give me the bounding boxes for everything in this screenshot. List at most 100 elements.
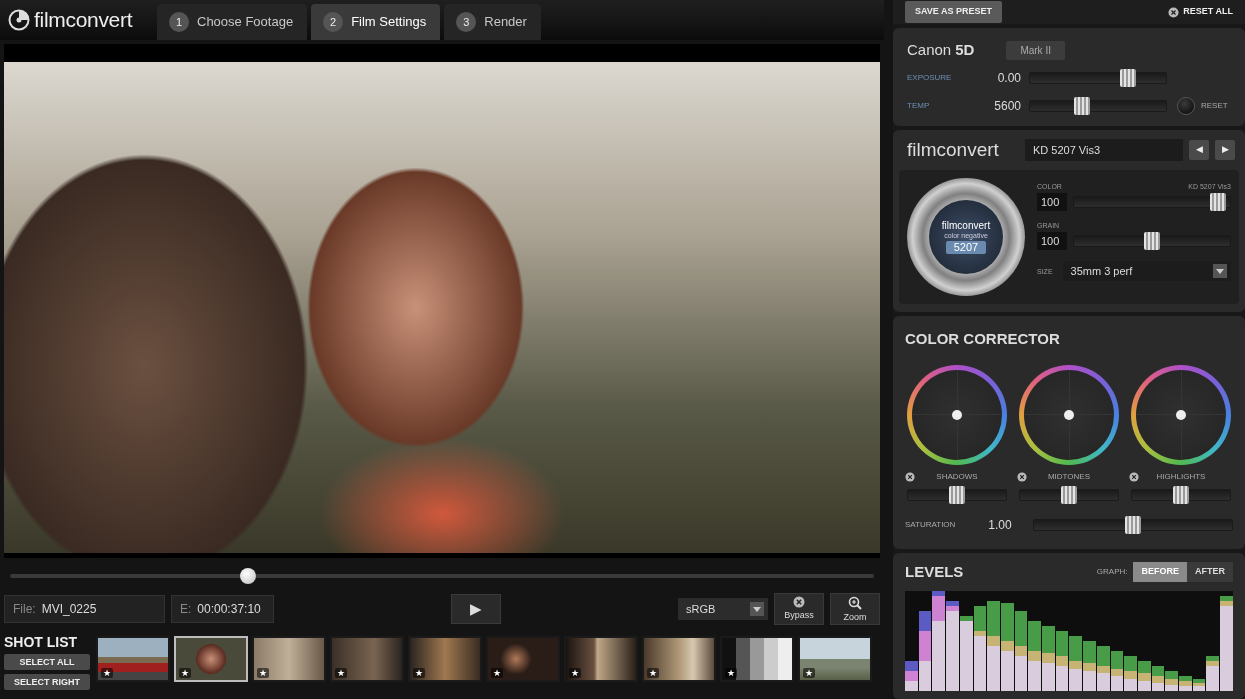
step-tab[interactable]: 3Render: [444, 4, 541, 40]
histogram-bar: [1124, 679, 1137, 691]
close-circle-icon[interactable]: [905, 472, 915, 482]
bypass-label: Bypass: [784, 609, 814, 623]
wheel-face[interactable]: [1136, 370, 1226, 460]
next-stock-button[interactable]: ▶: [1215, 140, 1235, 160]
favorite-star[interactable]: ★: [803, 668, 815, 678]
wheel-puck[interactable]: [1176, 410, 1186, 420]
histogram-bar: [1001, 651, 1014, 691]
slider-row: EXPOSURE0.00: [907, 64, 1167, 92]
bypass-button[interactable]: Bypass: [774, 593, 824, 625]
favorite-star[interactable]: ★: [101, 668, 113, 678]
save-preset-button[interactable]: SAVE AS PRESET: [905, 1, 1002, 23]
graph-mode-button[interactable]: AFTER: [1187, 562, 1233, 582]
shot-list-title: SHOT LIST: [4, 634, 90, 650]
shot-thumbnail[interactable]: ★: [408, 636, 482, 682]
zoom-button[interactable]: Zoom: [830, 593, 880, 625]
wheel-slider[interactable]: [1131, 489, 1231, 501]
scrub-track[interactable]: [10, 574, 874, 578]
shot-thumbnail[interactable]: ★: [642, 636, 716, 682]
film-stock-dropdown[interactable]: KD 5207 Vis3: [1025, 139, 1183, 161]
playhead[interactable]: [240, 568, 256, 584]
slider-label: EXPOSURE: [907, 72, 969, 84]
camera-slider[interactable]: [1029, 100, 1167, 112]
favorite-star[interactable]: ★: [413, 668, 425, 678]
favorite-star[interactable]: ★: [569, 668, 581, 678]
dropdown-arrow-icon: [1213, 264, 1227, 278]
wheel-face[interactable]: [1024, 370, 1114, 460]
shot-thumbnail[interactable]: ★: [720, 636, 794, 682]
close-circle-icon: [793, 596, 805, 608]
color-wheel[interactable]: [1131, 365, 1231, 465]
camera-reset-button[interactable]: RESET: [1167, 92, 1235, 120]
slider-value: 5600: [977, 97, 1021, 115]
slider-value[interactable]: 100: [1037, 232, 1067, 251]
film-canister-icon: filmconvertcolor negative5207: [907, 178, 1025, 296]
slider-value[interactable]: 100: [1037, 193, 1067, 212]
film-reel-icon: [8, 9, 30, 31]
wheel-face[interactable]: [912, 370, 1002, 460]
slider-row: 100: [1037, 191, 1231, 213]
wheel-puck[interactable]: [1064, 410, 1074, 420]
close-circle-icon[interactable]: [1017, 472, 1027, 482]
film-slider[interactable]: [1073, 235, 1231, 247]
wheel-slider[interactable]: [1019, 489, 1119, 501]
wheel-label: MIDTONES: [1048, 471, 1090, 483]
select-right-button[interactable]: SELECT RIGHT: [4, 674, 90, 690]
shot-thumbnail[interactable]: ★: [798, 636, 872, 682]
camera-panel: Canon5DMark IIEXPOSURE0.00TEMP5600RESET: [893, 28, 1245, 126]
color-wheel[interactable]: [1019, 365, 1119, 465]
close-circle-icon[interactable]: [1129, 472, 1139, 482]
slider-knob[interactable]: [1061, 486, 1077, 504]
colorspace-dropdown[interactable]: sRGB: [678, 598, 768, 620]
film-slider[interactable]: [1073, 196, 1231, 208]
canister-brand: filmconvert: [942, 220, 990, 231]
graph-label: GRAPH:: [1097, 566, 1128, 578]
step-tab[interactable]: 1Choose Footage: [157, 4, 307, 40]
shot-thumbnail[interactable]: ★: [96, 636, 170, 682]
transport-bar: File:MVI_0225E:00:00:37:10▶sRGBBypassZoo…: [0, 594, 884, 624]
histogram-bar: [1152, 683, 1165, 691]
camera-slider[interactable]: [1029, 72, 1167, 84]
reset-all-button[interactable]: RESET ALL: [1168, 5, 1233, 19]
favorite-star[interactable]: ★: [257, 668, 269, 678]
camera-variant-button[interactable]: Mark II: [1006, 41, 1065, 60]
previous-stock-button[interactable]: ◀: [1189, 140, 1209, 160]
histogram-bar: [905, 661, 918, 691]
graph-mode-button[interactable]: BEFORE: [1133, 562, 1187, 582]
film-header: filmconvertKD 5207 Vis3◀▶: [893, 130, 1245, 170]
slider-knob[interactable]: [1173, 486, 1189, 504]
shot-thumbnail[interactable]: ★: [486, 636, 560, 682]
camera-header: Canon5DMark II: [907, 36, 1235, 64]
slider-knob[interactable]: [1125, 516, 1141, 534]
wheel-puck[interactable]: [952, 410, 962, 420]
slider-knob[interactable]: [1144, 232, 1160, 250]
favorite-star[interactable]: ★: [335, 668, 347, 678]
color-wheel[interactable]: [907, 365, 1007, 465]
slider-knob[interactable]: [1120, 69, 1136, 87]
histogram-bar: [919, 611, 932, 691]
shot-thumbnail[interactable]: ★: [174, 636, 248, 682]
favorite-star[interactable]: ★: [179, 668, 191, 678]
shot-thumbnail[interactable]: ★: [330, 636, 404, 682]
camera-sliders: EXPOSURE0.00TEMP5600: [907, 64, 1167, 120]
slider-knob[interactable]: [1074, 97, 1090, 115]
saturation-slider[interactable]: [1033, 519, 1233, 531]
shot-thumbnail[interactable]: ★: [252, 636, 326, 682]
favorite-star[interactable]: ★: [647, 668, 659, 678]
play-button[interactable]: ▶: [451, 594, 501, 624]
size-dropdown[interactable]: 35mm 3 perf: [1063, 261, 1231, 281]
histogram-bar: [1138, 681, 1151, 691]
slider-knob[interactable]: [1210, 193, 1226, 211]
slider-label: GRAIN: [1037, 221, 1059, 230]
slider-knob[interactable]: [949, 486, 965, 504]
wheel-slider[interactable]: [907, 489, 1007, 501]
slider-row: TEMP5600: [907, 92, 1167, 120]
color-wheels: SHADOWSMIDTONESHIGHLIGHTS: [905, 365, 1233, 501]
step-tab[interactable]: 2Film Settings: [311, 4, 440, 40]
favorite-star[interactable]: ★: [725, 668, 737, 678]
shot-thumbnail[interactable]: ★: [564, 636, 638, 682]
histogram-bar: [987, 646, 1000, 691]
wheel-group: SHADOWS: [905, 365, 1009, 501]
favorite-star[interactable]: ★: [491, 668, 503, 678]
select-all-button[interactable]: SELECT ALL: [4, 654, 90, 670]
